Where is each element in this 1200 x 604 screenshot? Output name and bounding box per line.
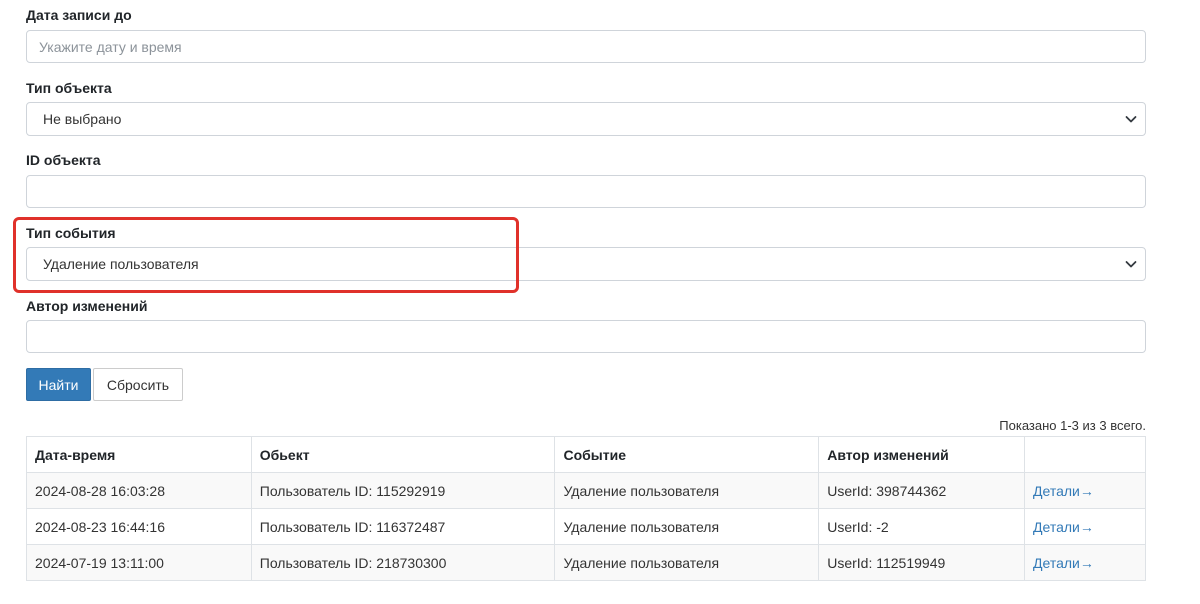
cell-datetime: 2024-07-19 13:11:00: [26, 544, 252, 581]
object-id-input[interactable]: [26, 175, 1146, 208]
event-type-label: Тип события: [26, 225, 116, 241]
results-summary: Показано 1-3 из 3 всего.: [999, 418, 1146, 433]
cell-actions: Детали→: [1024, 508, 1146, 545]
cell-author: UserId: 112519949: [818, 544, 1026, 581]
table-header-row: Дата-время Обьект Событие Автор изменени…: [26, 436, 1146, 473]
cell-author: UserId: -2: [818, 508, 1026, 545]
details-link[interactable]: Детали→: [1033, 519, 1094, 535]
date-to-input[interactable]: [26, 30, 1146, 63]
object-id-label: ID объекта: [26, 152, 101, 168]
header-author[interactable]: Автор изменений: [818, 436, 1026, 473]
chevron-down-icon: [1125, 261, 1137, 268]
date-to-label: Дата записи до: [26, 7, 132, 23]
cell-datetime: 2024-08-28 16:03:28: [26, 472, 252, 509]
header-event[interactable]: Событие: [554, 436, 820, 473]
object-type-label: Тип объекта: [26, 80, 112, 96]
cell-datetime: 2024-08-23 16:44:16: [26, 508, 252, 545]
cell-actions: Детали→: [1024, 544, 1146, 581]
author-input[interactable]: [26, 320, 1146, 353]
cell-event: Удаление пользователя: [554, 508, 820, 545]
table-row: 2024-08-23 16:44:16 Пользователь ID: 116…: [26, 508, 1146, 545]
table-row: 2024-07-19 13:11:00 Пользователь ID: 218…: [26, 544, 1146, 581]
event-type-group: Тип события Удаление пользователя: [26, 225, 1146, 281]
header-actions: [1024, 436, 1146, 473]
cell-actions: Детали→: [1024, 472, 1146, 509]
object-type-group: Тип объекта Не выбрано: [26, 80, 1146, 136]
results-table: Дата-время Обьект Событие Автор изменени…: [26, 436, 1146, 581]
header-datetime[interactable]: Дата-время: [26, 436, 252, 473]
object-id-group: ID объекта: [26, 152, 1146, 208]
cell-object: Пользователь ID: 116372487: [250, 508, 556, 545]
cell-event: Удаление пользователя: [554, 544, 820, 581]
cell-object: Пользователь ID: 218730300: [250, 544, 556, 581]
details-link[interactable]: Детали→: [1033, 555, 1094, 571]
cell-event: Удаление пользователя: [554, 472, 820, 509]
chevron-down-icon: [1125, 116, 1137, 123]
find-button[interactable]: Найти: [26, 368, 91, 401]
details-link[interactable]: Детали→: [1033, 483, 1094, 499]
cell-author: UserId: 398744362: [818, 472, 1026, 509]
cell-object: Пользователь ID: 115292919: [250, 472, 556, 509]
author-label: Автор изменений: [26, 298, 148, 314]
header-object[interactable]: Обьект: [250, 436, 556, 473]
table-row: 2024-08-28 16:03:28 Пользователь ID: 115…: [26, 472, 1146, 509]
author-group: Автор изменений: [26, 298, 1146, 353]
reset-button[interactable]: Сбросить: [93, 368, 183, 401]
event-type-select[interactable]: Удаление пользователя: [26, 247, 1146, 281]
object-type-selected: Не выбрано: [43, 111, 122, 127]
event-type-selected: Удаление пользователя: [43, 256, 199, 272]
object-type-select[interactable]: Не выбрано: [26, 102, 1146, 136]
date-to-group: Дата записи до: [26, 7, 1146, 63]
